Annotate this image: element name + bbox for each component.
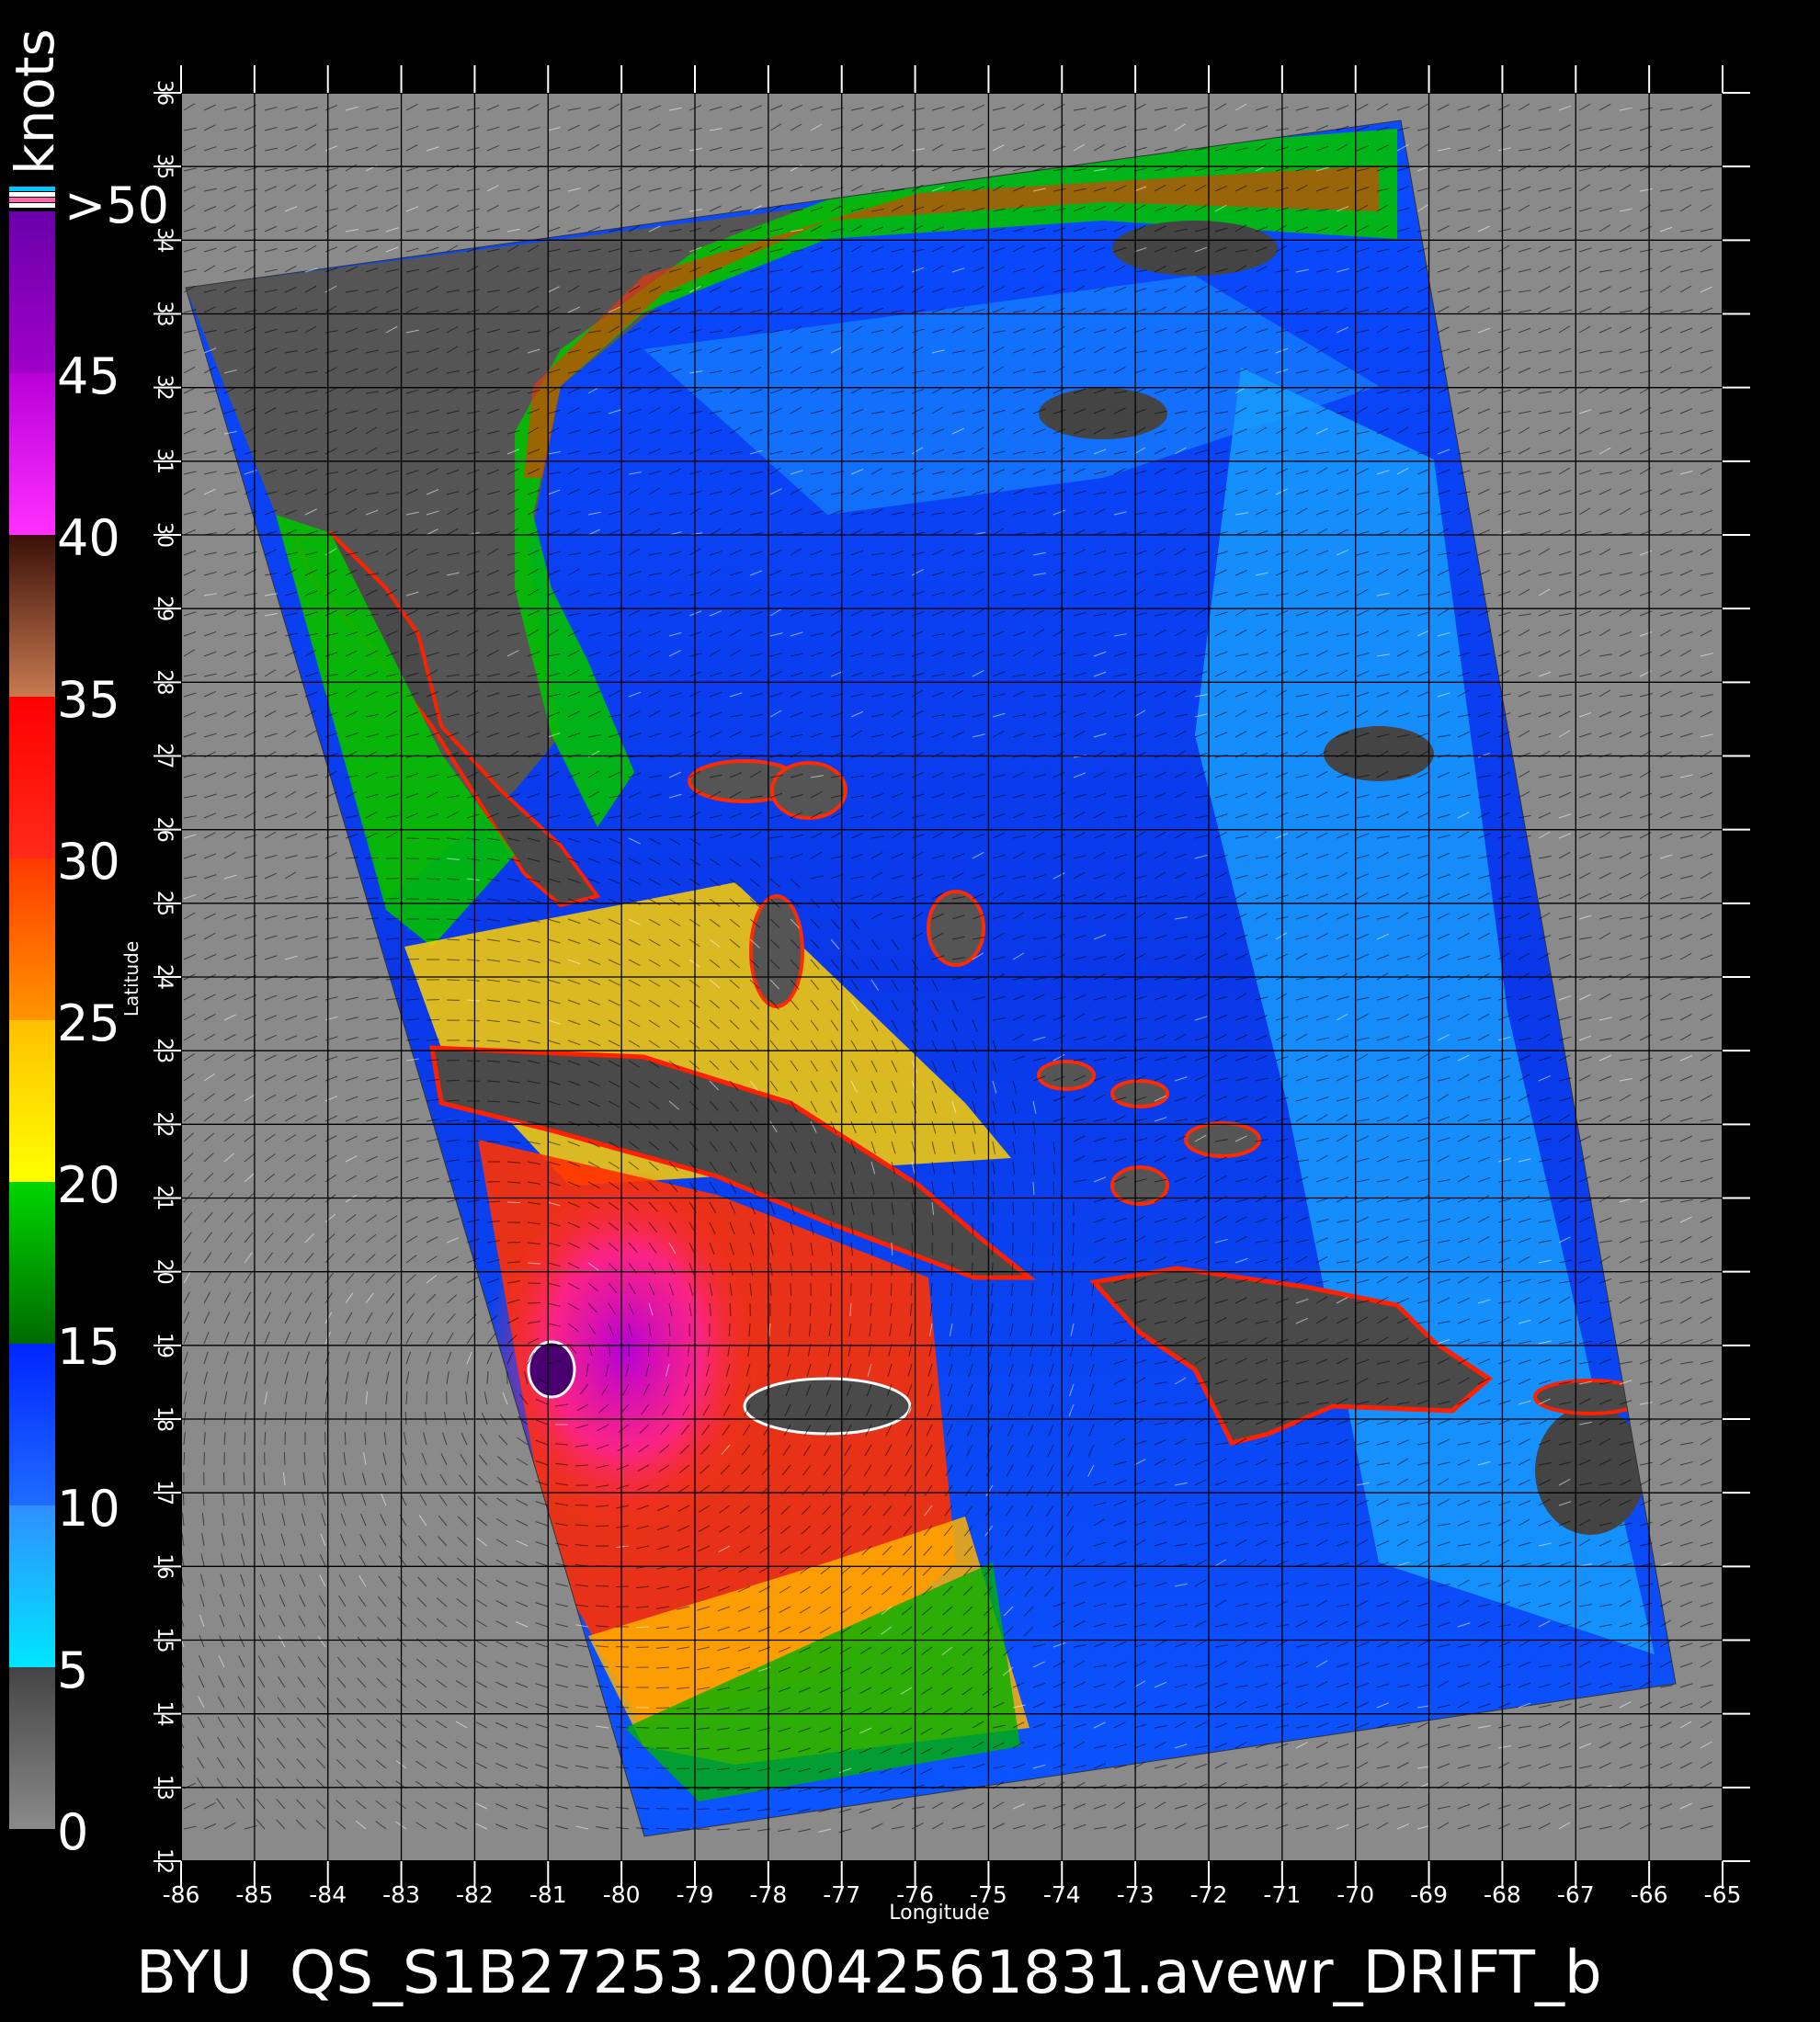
wind-barb	[809, 1302, 812, 1317]
storm-eye	[527, 1340, 576, 1399]
wind-barb	[446, 979, 461, 982]
wind-barb	[870, 1282, 872, 1297]
wind-barb	[527, 1301, 541, 1304]
wind-barb	[426, 878, 440, 880]
wind-barb	[466, 1039, 481, 1042]
wind-barb	[950, 1262, 953, 1277]
wind-barb	[506, 1201, 521, 1204]
wind-barb	[850, 1262, 853, 1277]
wind-barb	[486, 1120, 501, 1123]
wind-map-svg: 051015202530354045 knots >50 Latitude Lo…	[4, 28, 1750, 2007]
wind-map-figure: 0 5 10 15 20 25 30 35 40 45 knots >50 Latitude Lo…	[0, 0, 1820, 2022]
wind-barb	[426, 1018, 440, 1021]
wind-barb	[728, 1323, 731, 1337]
wind-barb	[911, 1242, 914, 1256]
wind-barb	[446, 1079, 461, 1082]
wind-barb	[1012, 1201, 1015, 1216]
wind-barb	[1031, 1242, 1034, 1256]
wind-barb	[385, 897, 400, 900]
wind-barb	[345, 1411, 347, 1426]
wind-barb	[426, 898, 440, 901]
wind-barb	[405, 958, 420, 960]
